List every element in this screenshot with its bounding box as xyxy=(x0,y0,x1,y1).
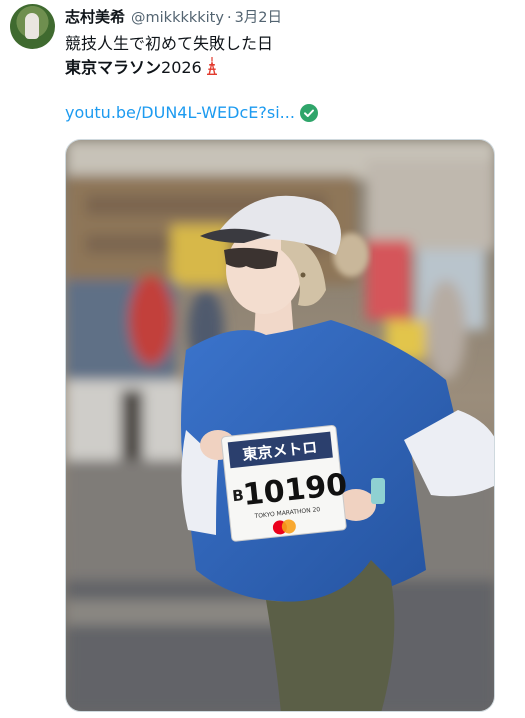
tweet-text-line-1: 競技人生で初めて失敗した日 xyxy=(65,34,274,53)
author-handle[interactable]: @mikkkkkity xyxy=(131,10,224,26)
author-name[interactable]: 志村美希 xyxy=(65,6,125,27)
avatar[interactable] xyxy=(10,4,55,49)
tweet-text-bold: 東京マラソン xyxy=(65,58,162,77)
tweet-date[interactable]: 3月2日 xyxy=(235,6,282,27)
race-bib: 東京メトロ B 10190 TOKYO MARATHON 20 xyxy=(221,424,349,542)
separator-dot: · xyxy=(226,10,232,26)
link-text[interactable]: youtu.be/DUN4L-WEDcE?si... xyxy=(65,101,295,125)
youtube-link[interactable]: youtu.be/DUN4L-WEDcE?si... xyxy=(65,101,318,125)
tweet-media-photo[interactable]: 東京メトロ B 10190 TOKYO MARATHON 20 xyxy=(65,139,495,712)
verified-check-icon xyxy=(299,104,318,122)
tokyo-tower-icon xyxy=(206,57,217,75)
tweet-text: 競技人生で初めて失敗した日 東京マラソン2026 xyxy=(65,32,273,80)
tweet-text-line-2: 東京マラソン2026 xyxy=(65,56,273,80)
tweet-header: 志村美希 @mikkkkkity · 3月2日 xyxy=(65,6,282,28)
tweet-text-year: 2026 xyxy=(161,58,202,77)
marathon-photo: 東京メトロ B 10190 TOKYO MARATHON 20 xyxy=(66,140,494,711)
